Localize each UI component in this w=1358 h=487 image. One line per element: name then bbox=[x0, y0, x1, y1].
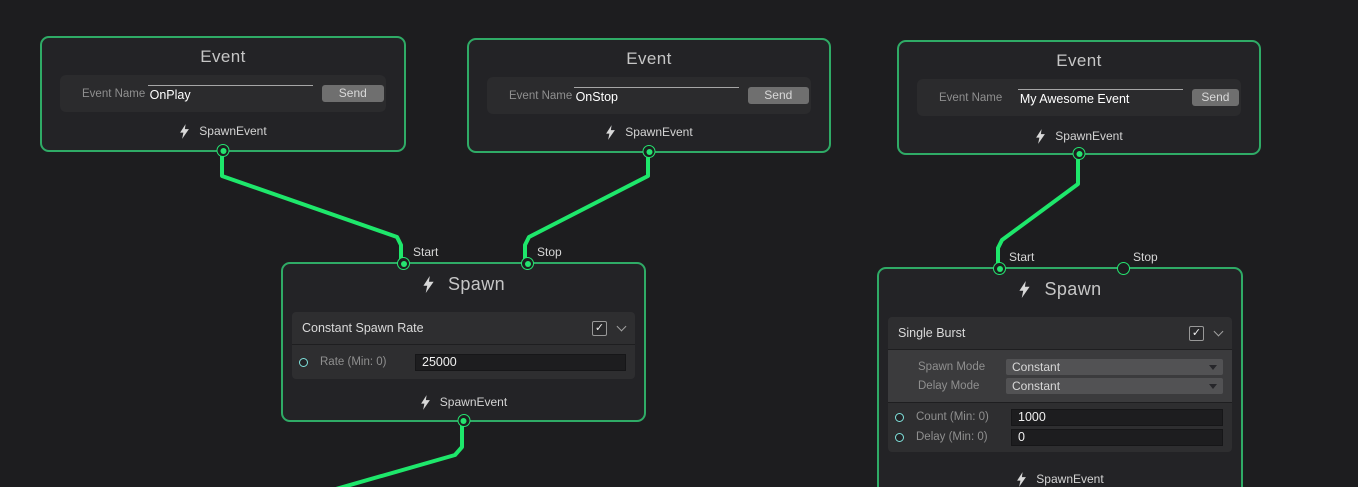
block-enabled-checkbox-icon[interactable] bbox=[1189, 326, 1204, 341]
spawnevent-output-label: SpawnEvent bbox=[1055, 129, 1122, 143]
send-button[interactable]: Send bbox=[748, 87, 809, 104]
spawn-mode-label: Spawn Mode bbox=[918, 361, 1006, 373]
node-spawn-constant[interactable]: Start Stop Spawn Constant Spawn Rate Rat… bbox=[281, 262, 646, 422]
node-title: Event bbox=[42, 38, 404, 67]
node-title: Event bbox=[899, 42, 1259, 71]
node-event-onstop[interactable]: Event Event Name Send SpawnEvent bbox=[467, 38, 831, 153]
spawnevent-output-label: SpawnEvent bbox=[625, 125, 692, 139]
spawn-mode-value: Constant bbox=[1012, 360, 1060, 374]
delay-mode-label: Delay Mode bbox=[918, 380, 1006, 392]
stop-input-port[interactable] bbox=[521, 257, 534, 270]
count-input[interactable] bbox=[1011, 409, 1223, 426]
block-constant-spawn-rate[interactable]: Constant Spawn Rate Rate (Min: 0) bbox=[292, 312, 635, 379]
chevron-down-icon[interactable] bbox=[1214, 326, 1224, 336]
lightning-bolt-icon bbox=[605, 125, 616, 140]
graph-canvas[interactable]: Event Event Name Send SpawnEvent Event E… bbox=[0, 0, 1358, 487]
edge-spawn-output[interactable] bbox=[329, 422, 462, 487]
spawnevent-output-port[interactable] bbox=[643, 145, 656, 158]
start-port-label: Start bbox=[1009, 250, 1034, 264]
chevron-down-icon[interactable] bbox=[617, 321, 627, 331]
event-name-input[interactable] bbox=[574, 87, 739, 104]
node-event-onplay[interactable]: Event Event Name Send SpawnEvent bbox=[40, 36, 406, 152]
lightning-bolt-icon bbox=[422, 276, 435, 293]
delay-mode-dropdown[interactable]: Constant bbox=[1006, 378, 1223, 394]
stop-port-label: Stop bbox=[537, 245, 562, 259]
rate-input[interactable] bbox=[415, 354, 626, 371]
lightning-bolt-icon bbox=[179, 124, 190, 139]
property-row-rate: Rate (Min: 0) bbox=[292, 352, 635, 372]
spawnevent-output-label: SpawnEvent bbox=[440, 395, 507, 409]
property-row-count: Count (Min: 0) bbox=[888, 407, 1232, 427]
event-settings-panel: Event Name Send bbox=[917, 79, 1241, 116]
stop-port-label: Stop bbox=[1133, 250, 1158, 264]
lightning-bolt-icon bbox=[1035, 129, 1046, 144]
rate-property-port[interactable] bbox=[299, 358, 308, 367]
property-row-delay: Delay (Min: 0) bbox=[888, 427, 1232, 447]
dropdown-caret-icon bbox=[1209, 365, 1217, 370]
event-name-input[interactable] bbox=[1018, 89, 1183, 106]
event-name-label: Event Name bbox=[509, 90, 574, 102]
start-input-port[interactable] bbox=[993, 262, 1006, 275]
delay-input[interactable] bbox=[1011, 429, 1223, 446]
send-button[interactable]: Send bbox=[322, 85, 384, 102]
block-enabled-checkbox-icon[interactable] bbox=[592, 321, 607, 336]
spawnevent-output-port[interactable] bbox=[1073, 147, 1086, 160]
block-single-burst[interactable]: Single Burst Spawn Mode Constant Delay M… bbox=[888, 317, 1232, 452]
block-title: Single Burst bbox=[898, 326, 1189, 340]
start-port-label: Start bbox=[413, 245, 438, 259]
event-settings-panel: Event Name Send bbox=[60, 75, 386, 112]
node-event-custom[interactable]: Event Event Name Send SpawnEvent bbox=[897, 40, 1261, 155]
setting-row-delay-mode: Delay Mode Constant bbox=[888, 376, 1232, 395]
event-name-label: Event Name bbox=[82, 88, 148, 100]
node-title: Spawn bbox=[448, 274, 505, 295]
spawnevent-output-label: SpawnEvent bbox=[1036, 472, 1103, 486]
lightning-bolt-icon bbox=[420, 395, 431, 410]
delay-label: Delay (Min: 0) bbox=[916, 431, 1011, 443]
rate-label: Rate (Min: 0) bbox=[320, 356, 415, 368]
node-title: Event bbox=[469, 40, 829, 69]
stop-input-port[interactable] bbox=[1117, 262, 1130, 275]
node-spawn-burst[interactable]: Start Stop Spawn Single Burst Spawn Mode… bbox=[877, 267, 1243, 487]
spawnevent-output-label: SpawnEvent bbox=[199, 124, 266, 138]
start-input-port[interactable] bbox=[397, 257, 410, 270]
spawn-mode-dropdown[interactable]: Constant bbox=[1006, 359, 1223, 375]
event-settings-panel: Event Name Send bbox=[487, 77, 811, 114]
setting-row-spawn-mode: Spawn Mode Constant bbox=[888, 357, 1232, 376]
event-name-input[interactable] bbox=[148, 85, 313, 102]
delay-mode-value: Constant bbox=[1012, 379, 1060, 393]
edge-onplay-to-start[interactable] bbox=[222, 152, 401, 262]
lightning-bolt-icon bbox=[1016, 472, 1027, 487]
spawnevent-output-port[interactable] bbox=[217, 144, 230, 157]
delay-property-port[interactable] bbox=[895, 433, 904, 442]
block-title: Constant Spawn Rate bbox=[302, 321, 592, 335]
spawnevent-output-port[interactable] bbox=[457, 414, 470, 427]
node-title: Spawn bbox=[1044, 279, 1101, 300]
count-property-port[interactable] bbox=[895, 413, 904, 422]
dropdown-caret-icon bbox=[1209, 384, 1217, 389]
lightning-bolt-icon bbox=[1018, 281, 1031, 298]
count-label: Count (Min: 0) bbox=[916, 411, 1011, 423]
send-button[interactable]: Send bbox=[1192, 89, 1239, 106]
event-name-label: Event Name bbox=[939, 92, 1018, 104]
